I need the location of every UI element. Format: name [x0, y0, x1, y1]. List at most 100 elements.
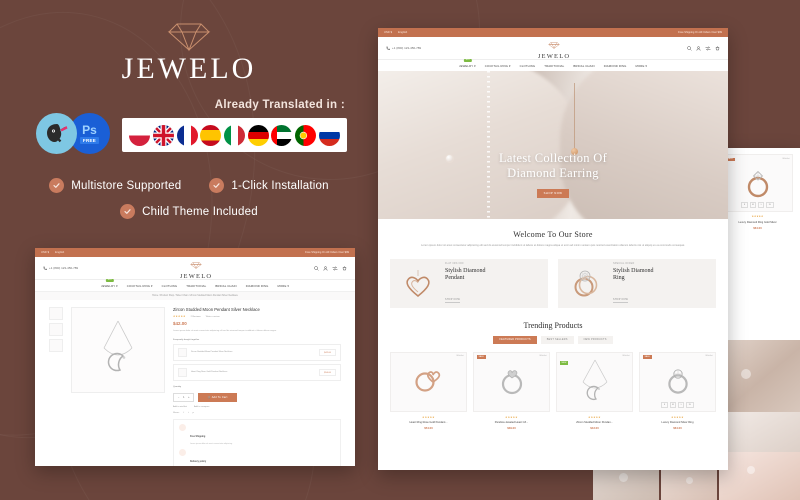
- size-options[interactable]: S M L XL: [640, 401, 715, 408]
- flag-russia: [318, 124, 340, 146]
- compare-icon[interactable]: [705, 45, 711, 51]
- size-option[interactable]: M: [749, 201, 757, 208]
- info-row-delivery-policy: Delivery policy Lorem ipsum dolor sit am…: [179, 449, 335, 466]
- add-to-wishlist-link[interactable]: Add to wishlist: [173, 406, 187, 408]
- size-option[interactable]: S: [741, 201, 748, 208]
- nav-item-traditional[interactable]: Traditional: [544, 64, 564, 68]
- nav-item-traditional[interactable]: Traditional: [186, 284, 206, 288]
- product-thumbnail-gallery[interactable]: [49, 307, 63, 466]
- nav-item-cocktail-ring[interactable]: Cocktail Ring ▾: [127, 284, 153, 288]
- cart-icon[interactable]: [342, 266, 347, 271]
- wishlist-icon[interactable]: Wishlist: [705, 355, 712, 357]
- add-to-cart-button[interactable]: 🛒 Add To Cart: [198, 393, 237, 403]
- size-options[interactable]: S M L XL: [723, 201, 792, 208]
- product-main-image[interactable]: [71, 307, 165, 393]
- thumbnail[interactable]: [49, 307, 63, 320]
- promo-title-line1: Stylish Diamond: [613, 267, 654, 274]
- size-option[interactable]: L: [678, 401, 685, 408]
- nav-item-more[interactable]: More ▾: [277, 284, 288, 288]
- account-icon[interactable]: [696, 45, 701, 51]
- info-title: Free Shipping: [190, 436, 206, 439]
- product-detail-mockup: USD $ English Free Shipping On All Order…: [35, 248, 355, 466]
- phone-number[interactable]: +1 (800) 123-456-789: [386, 46, 421, 50]
- header-logo[interactable]: JEWELO: [180, 256, 212, 281]
- currency-selector[interactable]: USD $: [384, 31, 392, 34]
- currency-selector[interactable]: USD $: [41, 251, 49, 254]
- header-logo[interactable]: JEWELO: [538, 36, 570, 61]
- header-icons: [687, 45, 720, 51]
- bundle-item[interactable]: Heart Ring Rose Gold Pendant Necklace $5…: [173, 364, 341, 382]
- review-count[interactable]: 2 Reviews: [191, 316, 201, 318]
- size-option[interactable]: XL: [766, 201, 774, 208]
- nav-item-jewelry[interactable]: HOT Jewelry ▾: [101, 278, 118, 288]
- shipping-notice: Free Shipping On All Orders Over $99: [678, 31, 722, 34]
- nav-item-jewelry[interactable]: HOT Jewelry ▾: [459, 58, 476, 68]
- nav-item-cocktail-ring[interactable]: Cocktail Ring ▾: [485, 64, 511, 68]
- nav-item-more[interactable]: More ▾: [635, 64, 646, 68]
- flag-germany: [247, 124, 269, 146]
- nav-item-diamond-ring[interactable]: Diamond Ring: [604, 64, 627, 68]
- size-option[interactable]: M: [669, 401, 677, 408]
- promo-card-link[interactable]: Shop Now: [445, 299, 461, 303]
- quantity-stepper[interactable]: − 1 +: [173, 393, 195, 403]
- write-review-link[interactable]: Write a review: [206, 316, 220, 318]
- flag-france: [176, 124, 198, 146]
- product-card[interactable]: SALE Wishlist ★★★★★ Pandora Jeweled Hear…: [473, 351, 550, 430]
- nav-item-bridal-chain[interactable]: Bridal Chain: [215, 284, 236, 288]
- thumbnail[interactable]: [49, 323, 63, 336]
- product-card[interactable]: Wishlist ★★★★★ Heart Ring Rose Gold Pend…: [390, 351, 467, 430]
- promo-card-ring[interactable]: Special Offer Stylish Diamond Ring Shop …: [558, 258, 716, 308]
- product-price: $43.00: [590, 425, 599, 430]
- size-option[interactable]: L: [758, 201, 765, 208]
- product-name[interactable]: Heart Ring Rose Gold Pendant...: [390, 421, 467, 424]
- homepage-mockup: USD $ English Free Shipping On All Order…: [378, 28, 728, 470]
- twitter-icon[interactable]: t: [188, 412, 189, 414]
- hero-shop-now-button[interactable]: Shop Now: [536, 188, 570, 198]
- breadcrumb[interactable]: Home / Product Shop / Silver Chain / Zir…: [35, 291, 355, 300]
- wishlist-icon[interactable]: Wishlist: [456, 355, 463, 357]
- product-card[interactable]: NEW Wishlist ★★★★★ Zircon Studded Moon P…: [556, 351, 633, 430]
- tab-new-products[interactable]: New Products: [577, 335, 613, 344]
- nav-item-clothing[interactable]: Clothing: [162, 284, 178, 288]
- phone-number[interactable]: +1 (800) 123-456-789: [43, 266, 78, 270]
- product-name[interactable]: Luxury Diamond Ring Gold Silver: [722, 221, 793, 224]
- promo-card-link[interactable]: Shop Now: [613, 299, 629, 303]
- add-to-compare-link[interactable]: Add to compare: [194, 406, 209, 408]
- product-name[interactable]: Luxury Diamond Silver Ring: [639, 421, 716, 424]
- facebook-icon[interactable]: f: [183, 412, 184, 414]
- wishlist-icon[interactable]: Wishlist: [539, 355, 546, 357]
- size-option[interactable]: XL: [686, 401, 694, 408]
- instagram-photo[interactable]: [719, 452, 800, 500]
- nav-item-diamond-ring[interactable]: Diamond Ring: [246, 284, 269, 288]
- product-image: SALE Wishlist S M L XL: [639, 351, 716, 412]
- new-tag: NEW: [559, 360, 569, 365]
- search-icon[interactable]: [687, 45, 692, 51]
- cart-icon[interactable]: [715, 46, 720, 51]
- bundle-item-title: Zircon Studded Moon Pendant Silver Neckl…: [191, 351, 233, 354]
- quantity-label: Quantity: [173, 386, 182, 389]
- tab-best-sellers[interactable]: Best Sellers: [540, 335, 574, 344]
- flag-bar: [122, 118, 347, 152]
- brand-name: JEWELO: [121, 52, 257, 85]
- wishlist-icon[interactable]: Wishlist: [622, 355, 629, 357]
- pinterest-icon[interactable]: p: [193, 412, 194, 414]
- bundle-item[interactable]: Zircon Studded Moon Pendant Silver Neckl…: [173, 344, 341, 362]
- size-option[interactable]: S: [661, 401, 668, 408]
- hero-banner: Latest Collection Of Diamond Earring Sho…: [378, 71, 728, 219]
- account-icon[interactable]: [323, 265, 328, 271]
- product-info: Zircon Studded Moon Pendant Silver Neckl…: [173, 307, 341, 466]
- compare-icon[interactable]: [332, 265, 338, 271]
- thumbnail[interactable]: [49, 339, 63, 352]
- product-name[interactable]: Pandora Jeweled Heart CZ...: [473, 421, 550, 424]
- tab-featured-products[interactable]: Featured Products: [493, 335, 537, 344]
- nav-item-bridal-chain[interactable]: Bridal Chain: [573, 64, 594, 68]
- nav-item-clothing[interactable]: Clothing: [520, 64, 536, 68]
- promo-card-pendant[interactable]: Flat 30% Off Stylish Diamond Pendant Sho…: [390, 258, 548, 308]
- language-selector[interactable]: English: [55, 251, 64, 254]
- language-selector[interactable]: English: [398, 31, 407, 34]
- product-card[interactable]: SALE Wishlist S M L XL ★★★★★ Luxury Diam…: [639, 351, 716, 430]
- wishlist-tag[interactable]: Wishlist: [782, 158, 789, 160]
- search-icon[interactable]: [314, 265, 319, 271]
- nav-label: Jewelry: [101, 283, 116, 288]
- product-name[interactable]: Zircon Studded Moon Pendan...: [556, 421, 633, 424]
